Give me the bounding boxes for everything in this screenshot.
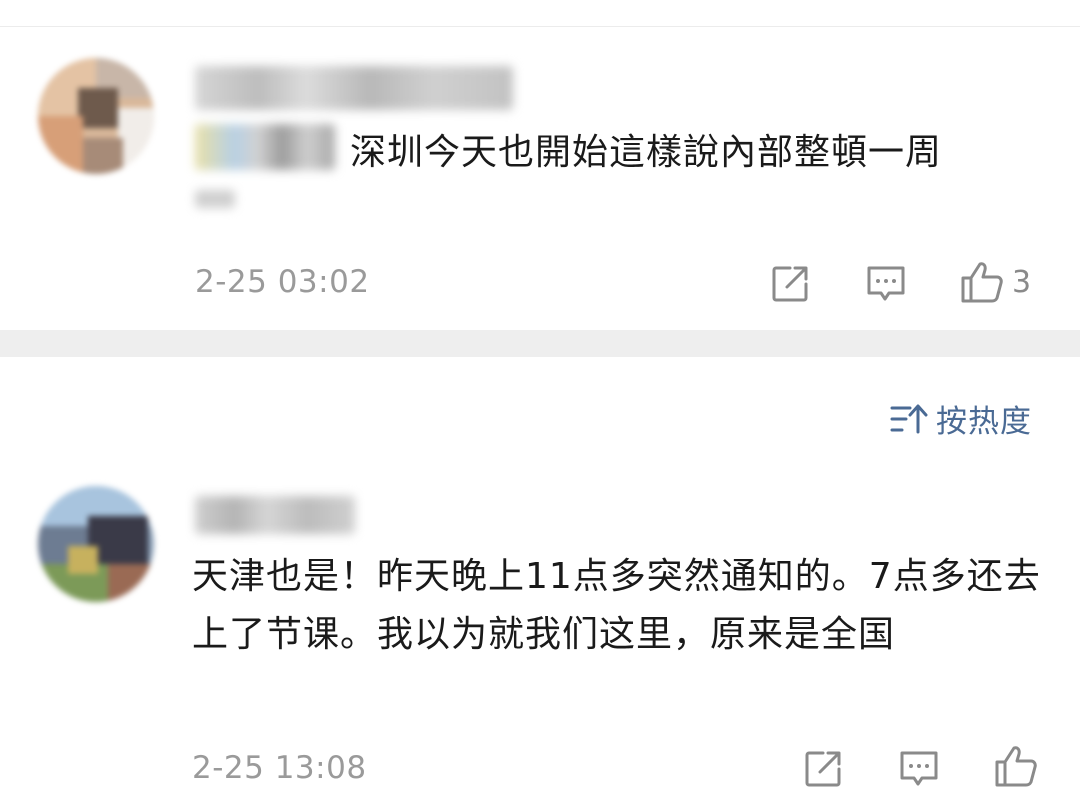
- comment-icon: [867, 266, 905, 301]
- sort-icon: [890, 404, 928, 433]
- comment-text: 天津也是！昨天晚上11点多突然通知的。7点多还去上了节课。我以为就我们这里，原来…: [192, 556, 1041, 655]
- sort-by-popularity-button[interactable]: 按热度: [890, 396, 1032, 441]
- blurred-username[interactable]: [195, 66, 513, 110]
- sort-label: 按热度: [936, 404, 1032, 440]
- reply-button[interactable]: [865, 263, 907, 305]
- comment-text: 深圳今天也開始這樣說內部整頓一周: [350, 132, 943, 173]
- like-button[interactable]: 3: [960, 260, 1031, 304]
- share-button[interactable]: [803, 749, 843, 789]
- share-button[interactable]: [770, 264, 810, 304]
- section-divider: [0, 330, 1080, 357]
- avatar[interactable]: [38, 486, 154, 602]
- comment-icon: [900, 751, 938, 786]
- comment-timestamp: 2-25 13:08: [192, 750, 367, 786]
- thumbs-up-icon: [961, 262, 1003, 303]
- comments-page: 深圳今天也開始這樣說內部整頓一周 2-25 03:02 3 按热度 天津也是！昨…: [0, 0, 1080, 809]
- reply-button[interactable]: [898, 748, 940, 790]
- like-count: 3: [1012, 264, 1032, 300]
- comment-timestamp: 2-25 03:02: [195, 264, 370, 300]
- like-button[interactable]: [994, 744, 1038, 788]
- blurred-username[interactable]: [195, 496, 355, 534]
- share-icon: [805, 751, 841, 787]
- share-icon: [772, 266, 808, 302]
- blurred-badge-sub: [195, 190, 235, 208]
- thumbs-up-icon: [995, 746, 1037, 787]
- avatar[interactable]: [38, 58, 154, 174]
- comment-item: 天津也是！昨天晚上11点多突然通知的。7点多还去上了节课。我以为就我们这里，原来…: [0, 470, 1080, 809]
- comment-item: 深圳今天也開始這樣說內部整頓一周 2-25 03:02 3: [0, 0, 1080, 330]
- blurred-badge: [195, 124, 335, 170]
